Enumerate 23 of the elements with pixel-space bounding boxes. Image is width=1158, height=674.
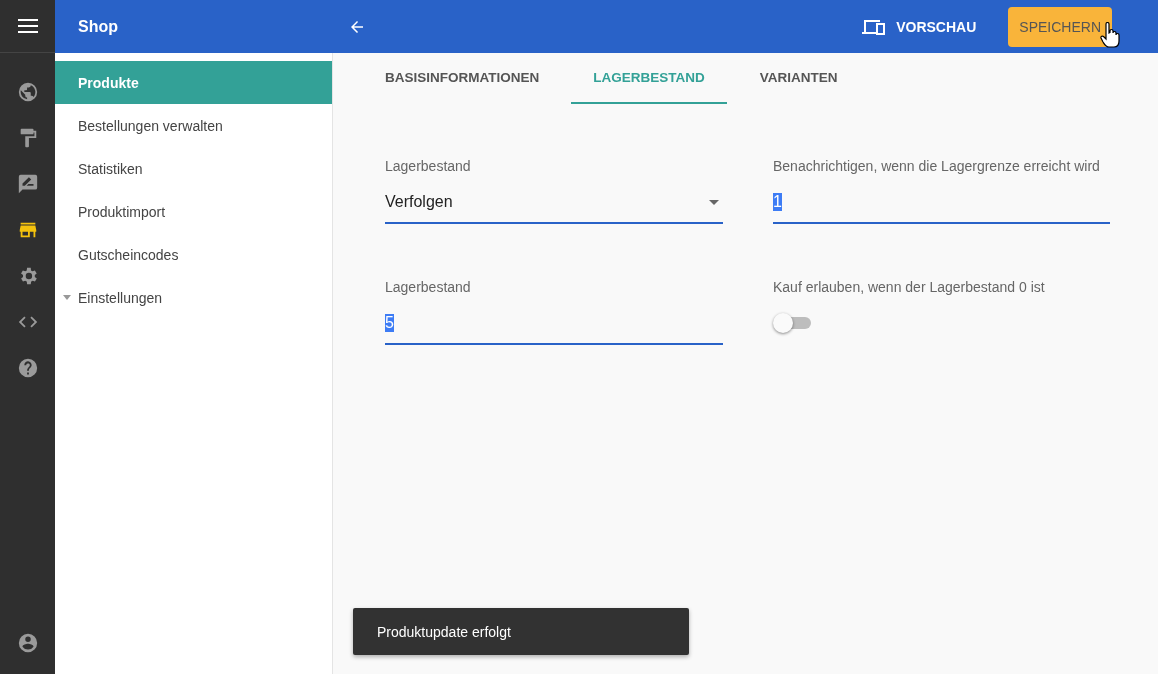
preview-button[interactable]: VORSCHAU <box>856 16 983 37</box>
tab[interactable]: BASISINFORMATIONEN <box>385 53 540 104</box>
sidebar-item[interactable]: Einstellungen <box>55 276 332 319</box>
field-label: Kauf erlauben, wenn der Lagerbestand 0 ist <box>773 279 1046 295</box>
snackbar-message: Produktupdate erfolgt <box>377 623 511 640</box>
caret-icon <box>63 295 71 300</box>
dropdown-field[interactable]: Verfolgen <box>385 182 723 224</box>
devices-icon <box>862 17 887 36</box>
sidebar-item[interactable]: Produktimport <box>55 190 332 233</box>
app-title: Shop <box>78 17 118 35</box>
input-field[interactable]: 1 <box>773 182 1110 224</box>
sidebar-item[interactable]: Statistiken <box>55 147 332 190</box>
field-label: Lagerbestand <box>385 158 472 174</box>
field-label: Lagerbestand <box>385 279 472 295</box>
tab[interactable]: VARIANTEN <box>759 53 838 104</box>
save-button[interactable]: SPEICHERN <box>1008 6 1112 47</box>
input-field[interactable]: 5 <box>385 303 723 345</box>
hand-cursor-icon <box>1100 22 1120 48</box>
toggle-switch[interactable] <box>773 313 811 333</box>
sidebar-item[interactable]: Bestellungen verwalten <box>55 104 332 147</box>
sidebar-item[interactable]: Gutscheincodes <box>55 233 332 276</box>
field-label: Benachrichtigen, wenn die Lagergrenze erreicht wird <box>773 158 1101 174</box>
dropdown-arrow-icon <box>709 199 719 205</box>
